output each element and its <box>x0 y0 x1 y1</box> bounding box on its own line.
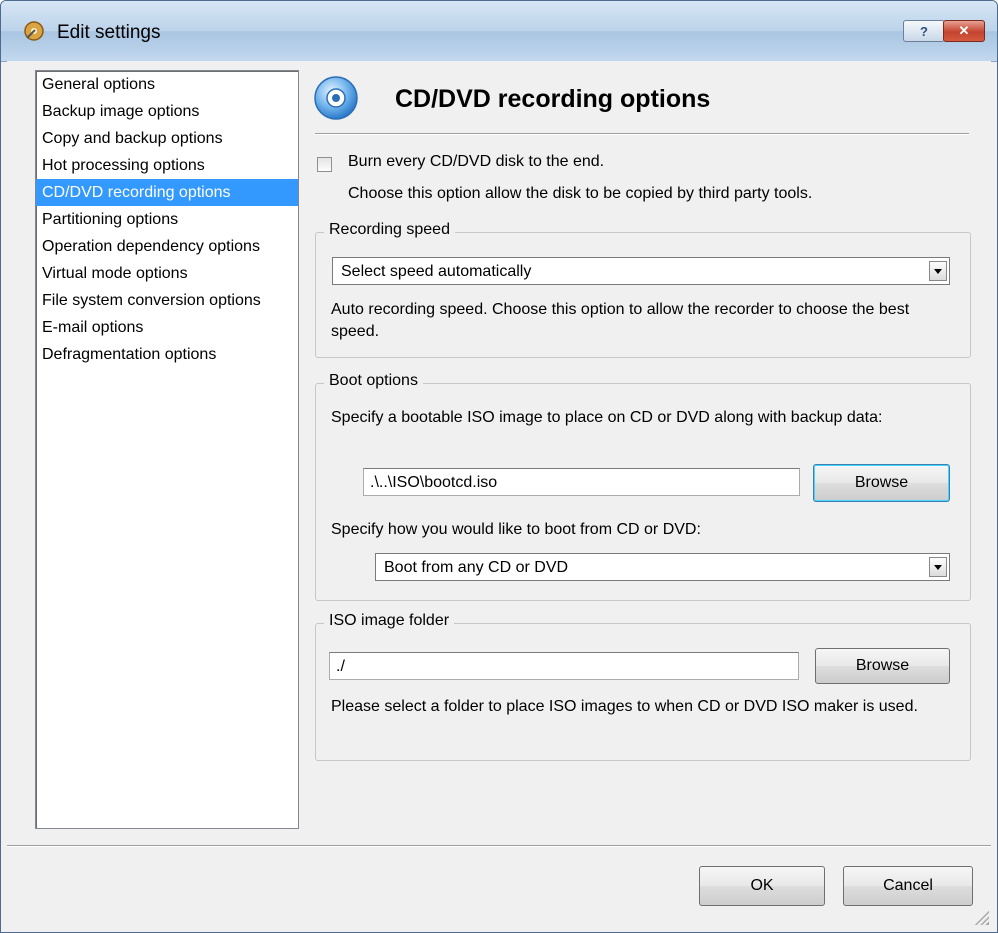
iso-folder-group: ISO image folder <box>315 612 971 761</box>
category-item-copy-backup[interactable]: Copy and backup options <box>36 125 298 152</box>
category-item-email[interactable]: E-mail options <box>36 314 298 341</box>
dialog-body: General options Backup image options Cop… <box>7 61 991 927</box>
help-button[interactable]: ? <box>903 20 945 42</box>
category-item-virtual-mode[interactable]: Virtual mode options <box>36 260 298 287</box>
category-item-hot-processing[interactable]: Hot processing options <box>36 152 298 179</box>
chevron-down-icon[interactable] <box>929 261 947 281</box>
boot-options-group-label: Boot options <box>324 372 423 390</box>
title-bar[interactable]: Edit settings ? ✕ <box>1 1 997 62</box>
ok-button[interactable]: OK <box>699 866 825 906</box>
category-item-partitioning[interactable]: Partitioning options <box>36 206 298 233</box>
category-list[interactable]: General options Backup image options Cop… <box>35 70 299 829</box>
chevron-down-icon[interactable] <box>929 557 947 577</box>
iso-folder-path-input[interactable]: ./ <box>329 652 799 680</box>
boot-method-prompt: Specify how you would like to boot from … <box>331 521 701 538</box>
browse-bootable-iso-button[interactable]: Browse <box>813 464 950 502</box>
recording-speed-group-label: Recording speed <box>324 221 455 239</box>
category-item-backup-image[interactable]: Backup image options <box>36 98 298 125</box>
boot-method-value: Boot from any CD or DVD <box>384 559 569 576</box>
app-icon <box>24 21 44 41</box>
iso-folder-path-value: ./ <box>336 658 345 675</box>
bootable-iso-path-input[interactable]: .\..\ISO\bootcd.iso <box>363 468 800 496</box>
iso-folder-description: Please select a folder to place ISO imag… <box>331 698 918 715</box>
category-item-fs-conversion[interactable]: File system conversion options <box>36 287 298 314</box>
iso-folder-group-label: ISO image folder <box>324 612 455 630</box>
bootable-iso-prompt: Specify a bootable ISO image to place on… <box>331 409 883 426</box>
resize-grip-icon[interactable] <box>973 909 989 925</box>
category-item-general[interactable]: General options <box>36 71 298 98</box>
burn-to-end-label[interactable]: Burn every CD/DVD disk to the end. <box>348 153 604 171</box>
help-icon: ? <box>920 23 928 39</box>
close-icon: ✕ <box>958 23 970 38</box>
cancel-button[interactable]: Cancel <box>843 866 973 906</box>
header-divider <box>315 133 969 135</box>
edit-settings-dialog: Edit settings ? ✕ General options Backup… <box>0 0 998 933</box>
burn-to-end-hint: Choose this option allow the disk to be … <box>348 185 813 202</box>
close-button[interactable]: ✕ <box>943 20 985 42</box>
burn-to-end-checkbox[interactable] <box>317 157 332 172</box>
page-title: CD/DVD recording options <box>395 85 711 113</box>
recording-speed-description: Auto recording speed. Choose this option… <box>331 301 910 340</box>
category-item-cd-dvd-recording[interactable]: CD/DVD recording options <box>36 179 298 206</box>
recording-speed-select[interactable]: Select speed automatically <box>332 257 950 285</box>
cd-dvd-icon <box>314 76 358 120</box>
recording-speed-value: Select speed automatically <box>341 263 532 280</box>
category-item-operation-dependency[interactable]: Operation dependency options <box>36 233 298 260</box>
window-title: Edit settings <box>57 22 161 43</box>
browse-iso-folder-button[interactable]: Browse <box>815 648 950 684</box>
bootable-iso-path-value: .\..\ISO\bootcd.iso <box>370 474 498 491</box>
footer-divider <box>7 845 991 847</box>
category-item-defragmentation[interactable]: Defragmentation options <box>36 341 298 368</box>
boot-method-select[interactable]: Boot from any CD or DVD <box>375 553 950 581</box>
